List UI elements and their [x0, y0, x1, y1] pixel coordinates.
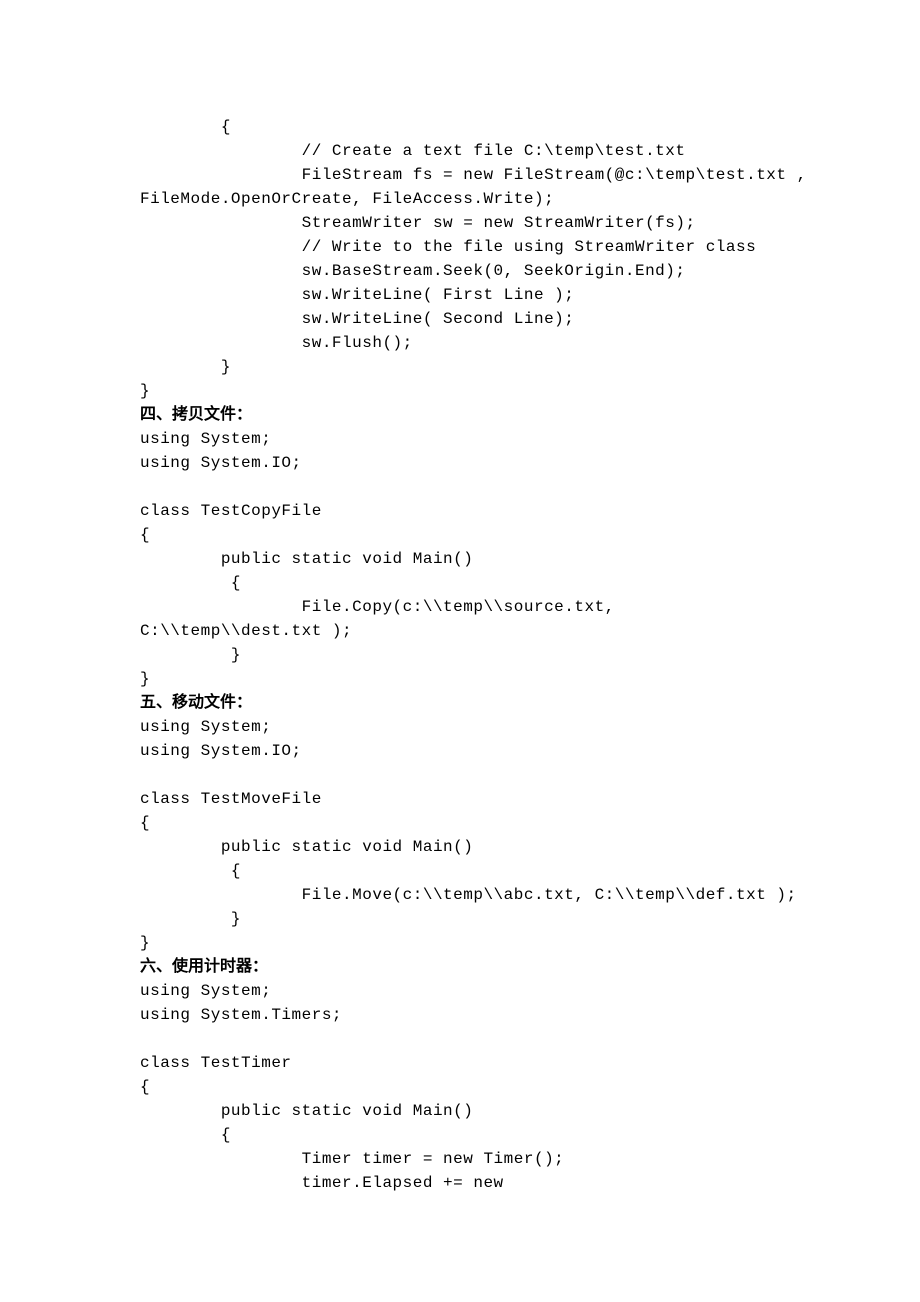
code-line: sw.WriteLine( First Line );: [140, 283, 780, 307]
code-line: {: [140, 859, 780, 883]
code-line: {: [140, 523, 780, 547]
section-heading: 四、拷贝文件：: [140, 403, 780, 427]
code-line: {: [140, 811, 780, 835]
code-line: }: [140, 643, 780, 667]
code-line: using System;: [140, 427, 780, 451]
code-line: sw.BaseStream.Seek(0, SeekOrigin.End);: [140, 259, 780, 283]
code-line: class TestMoveFile: [140, 787, 780, 811]
document-content: { // Create a text file C:\temp\test.txt…: [140, 115, 780, 1195]
code-line: // Create a text file C:\temp\test.txt: [140, 139, 780, 163]
code-line: FileMode.OpenOrCreate, FileAccess.Write)…: [140, 187, 780, 211]
code-line: // Write to the file using StreamWriter …: [140, 235, 780, 259]
code-line: }: [140, 355, 780, 379]
code-line: Timer timer = new Timer();: [140, 1147, 780, 1171]
section-heading: 六、使用计时器：: [140, 955, 780, 979]
code-line: {: [140, 1123, 780, 1147]
blank-line: [140, 763, 780, 787]
code-line: using System.IO;: [140, 739, 780, 763]
code-line: C:\\temp\\dest.txt );: [140, 619, 780, 643]
code-line: class TestCopyFile: [140, 499, 780, 523]
code-line: }: [140, 379, 780, 403]
code-line: }: [140, 907, 780, 931]
code-line: using System.IO;: [140, 451, 780, 475]
code-line: public static void Main(): [140, 835, 780, 859]
code-line: FileStream fs = new FileStream(@c:\temp\…: [140, 163, 780, 187]
blank-line: [140, 1027, 780, 1051]
code-line: sw.WriteLine( Second Line);: [140, 307, 780, 331]
code-line: File.Move(c:\\temp\\abc.txt, C:\\temp\\d…: [140, 883, 780, 907]
code-line: }: [140, 667, 780, 691]
code-line: sw.Flush();: [140, 331, 780, 355]
section-heading: 五、移动文件：: [140, 691, 780, 715]
code-line: {: [140, 115, 780, 139]
code-line: timer.Elapsed += new: [140, 1171, 780, 1195]
code-line: {: [140, 571, 780, 595]
code-line: File.Copy(c:\\temp\\source.txt,: [140, 595, 780, 619]
code-line: {: [140, 1075, 780, 1099]
code-line: using System;: [140, 715, 780, 739]
code-line: using System;: [140, 979, 780, 1003]
code-line: public static void Main(): [140, 1099, 780, 1123]
code-line: using System.Timers;: [140, 1003, 780, 1027]
code-line: public static void Main(): [140, 547, 780, 571]
blank-line: [140, 475, 780, 499]
code-line: StreamWriter sw = new StreamWriter(fs);: [140, 211, 780, 235]
code-line: }: [140, 931, 780, 955]
code-line: class TestTimer: [140, 1051, 780, 1075]
